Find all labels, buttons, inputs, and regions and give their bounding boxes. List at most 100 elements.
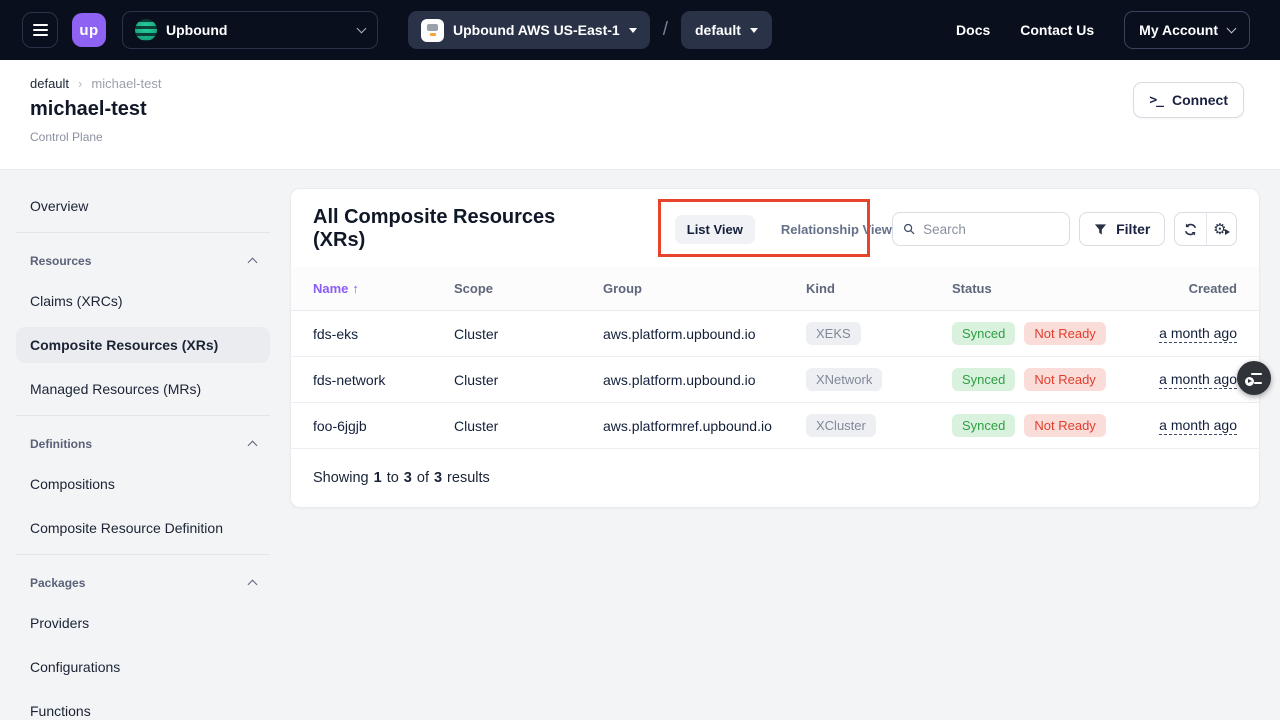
breadcrumb-separator: / bbox=[663, 19, 668, 41]
refresh-button[interactable] bbox=[1175, 213, 1205, 245]
cell-status: Synced Not Ready bbox=[952, 322, 1159, 345]
chevron-down-icon bbox=[1227, 24, 1237, 34]
control-plane-icon bbox=[421, 19, 444, 42]
sidebar-section-packages[interactable]: Packages bbox=[16, 569, 270, 597]
sidebar-item-composite-resource-definition[interactable]: Composite Resource Definition bbox=[16, 510, 270, 546]
column-header-scope[interactable]: Scope bbox=[454, 281, 603, 296]
page-header: default › michael-test michael-test Cont… bbox=[0, 60, 1280, 170]
search-box bbox=[892, 212, 1070, 246]
sidebar-item-claims[interactable]: Claims (XRCs) bbox=[16, 283, 270, 319]
search-input[interactable] bbox=[923, 222, 1059, 237]
organization-avatar-icon bbox=[135, 19, 157, 41]
page-subtitle: Control Plane bbox=[30, 130, 1244, 144]
control-plane-select-label: Upbound AWS US-East-1 bbox=[453, 22, 620, 38]
sidebar-section-resources[interactable]: Resources bbox=[16, 247, 270, 275]
breadcrumb-chevron-icon: › bbox=[78, 76, 82, 91]
sidebar-item-configurations[interactable]: Configurations bbox=[16, 649, 270, 685]
results-to: 3 bbox=[404, 470, 412, 486]
table-header-row: Name ↑ Scope Group Kind Status Created bbox=[291, 267, 1259, 311]
group-select[interactable]: default bbox=[681, 11, 772, 49]
form-list-icon bbox=[1246, 372, 1262, 385]
sidebar-section-resources-label: Resources bbox=[30, 254, 91, 268]
sidebar-section-definitions[interactable]: Definitions bbox=[16, 430, 270, 458]
table-row[interactable]: fds-network Cluster aws.platform.upbound… bbox=[291, 357, 1259, 403]
cell-scope: Cluster bbox=[454, 326, 603, 342]
kind-badge: XCluster bbox=[806, 414, 876, 437]
composite-resources-panel: All Composite Resources (XRs) List View … bbox=[290, 188, 1260, 508]
cell-created: a month ago bbox=[1159, 325, 1237, 343]
nav-link-docs[interactable]: Docs bbox=[956, 22, 990, 38]
caret-down-icon bbox=[750, 28, 758, 33]
sidebar-item-overview[interactable]: Overview bbox=[16, 188, 270, 224]
cell-created: a month ago bbox=[1159, 371, 1237, 389]
column-header-name[interactable]: Name ↑ bbox=[313, 281, 454, 296]
upbound-logo[interactable]: up bbox=[72, 13, 106, 47]
panel-title: All Composite Resources (XRs) bbox=[313, 206, 589, 252]
connect-button[interactable]: >_ Connect bbox=[1133, 82, 1244, 118]
table-row[interactable]: foo-6jgjb Cluster aws.platformref.upboun… bbox=[291, 403, 1259, 449]
created-timestamp[interactable]: a month ago bbox=[1159, 417, 1237, 435]
created-timestamp[interactable]: a month ago bbox=[1159, 325, 1237, 343]
column-header-kind[interactable]: Kind bbox=[806, 281, 952, 296]
created-timestamp[interactable]: a month ago bbox=[1159, 371, 1237, 389]
view-toggle: List View Relationship View bbox=[675, 215, 892, 244]
column-header-group[interactable]: Group bbox=[603, 281, 806, 296]
control-plane-select[interactable]: Upbound AWS US-East-1 bbox=[408, 11, 650, 49]
sort-ascending-icon: ↑ bbox=[352, 281, 359, 296]
table-row[interactable]: fds-eks Cluster aws.platform.upbound.io … bbox=[291, 311, 1259, 357]
nav-link-contact-us[interactable]: Contact Us bbox=[1020, 22, 1094, 38]
status-badge-not-ready: Not Ready bbox=[1024, 414, 1105, 437]
tab-list-view[interactable]: List View bbox=[675, 215, 755, 244]
filter-funnel-icon bbox=[1094, 223, 1107, 236]
sidebar-divider bbox=[16, 232, 270, 233]
results-from: 1 bbox=[374, 470, 382, 486]
cell-scope: Cluster bbox=[454, 418, 603, 434]
filter-button[interactable]: Filter bbox=[1079, 212, 1165, 246]
column-header-created[interactable]: Created bbox=[1159, 281, 1237, 296]
group-select-label: default bbox=[695, 22, 741, 38]
sidebar-item-functions[interactable]: Functions bbox=[16, 693, 270, 720]
table-actions: ⚙ bbox=[1174, 212, 1237, 246]
sidebar-section-definitions-label: Definitions bbox=[30, 437, 92, 451]
breadcrumb-root[interactable]: default bbox=[30, 76, 69, 91]
chevron-up-icon bbox=[248, 441, 258, 451]
top-navbar: up Upbound Upbound AWS US-East-1 / defau… bbox=[0, 0, 1280, 60]
sidebar-divider bbox=[16, 415, 270, 416]
my-account-button[interactable]: My Account bbox=[1124, 11, 1250, 49]
caret-down-icon bbox=[629, 28, 637, 33]
filter-button-label: Filter bbox=[1116, 221, 1150, 237]
cell-kind: XNetwork bbox=[806, 368, 952, 391]
status-badge-synced: Synced bbox=[952, 322, 1015, 345]
cell-kind: XEKS bbox=[806, 322, 952, 345]
cell-status: Synced Not Ready bbox=[952, 414, 1159, 437]
cell-name: foo-6jgjb bbox=[313, 418, 454, 434]
cell-group: aws.platform.upbound.io bbox=[603, 372, 806, 388]
status-badge-not-ready: Not Ready bbox=[1024, 368, 1105, 391]
sidebar-item-managed-resources[interactable]: Managed Resources (MRs) bbox=[16, 371, 270, 407]
auto-refresh-settings-button[interactable]: ⚙ bbox=[1206, 213, 1236, 245]
sidebar-item-composite-resources[interactable]: Composite Resources (XRs) bbox=[16, 327, 270, 363]
table-results-summary: Showing 1 to 3 of 3 results bbox=[291, 449, 1259, 507]
hamburger-menu-icon[interactable] bbox=[22, 12, 58, 48]
panel-header: All Composite Resources (XRs) List View … bbox=[291, 189, 1259, 267]
sidebar-item-compositions[interactable]: Compositions bbox=[16, 466, 270, 502]
chevron-up-icon bbox=[248, 580, 258, 590]
play-icon bbox=[1225, 229, 1230, 235]
search-icon bbox=[903, 222, 915, 236]
page-title: michael-test bbox=[30, 98, 1244, 121]
sidebar-item-providers[interactable]: Providers bbox=[16, 605, 270, 641]
my-account-label: My Account bbox=[1139, 22, 1218, 38]
floating-widget-button[interactable] bbox=[1237, 361, 1271, 395]
results-total: 3 bbox=[434, 470, 442, 486]
sidebar-section-packages-label: Packages bbox=[30, 576, 85, 590]
cell-group: aws.platform.upbound.io bbox=[603, 326, 806, 342]
refresh-icon bbox=[1183, 222, 1198, 237]
terminal-icon: >_ bbox=[1149, 93, 1163, 108]
tab-relationship-view[interactable]: Relationship View bbox=[781, 222, 892, 237]
status-badge-synced: Synced bbox=[952, 414, 1015, 437]
kind-badge: XNetwork bbox=[806, 368, 882, 391]
status-badge-not-ready: Not Ready bbox=[1024, 322, 1105, 345]
organization-select[interactable]: Upbound bbox=[122, 11, 378, 49]
cell-name: fds-eks bbox=[313, 326, 454, 342]
column-header-status[interactable]: Status bbox=[952, 281, 1159, 296]
